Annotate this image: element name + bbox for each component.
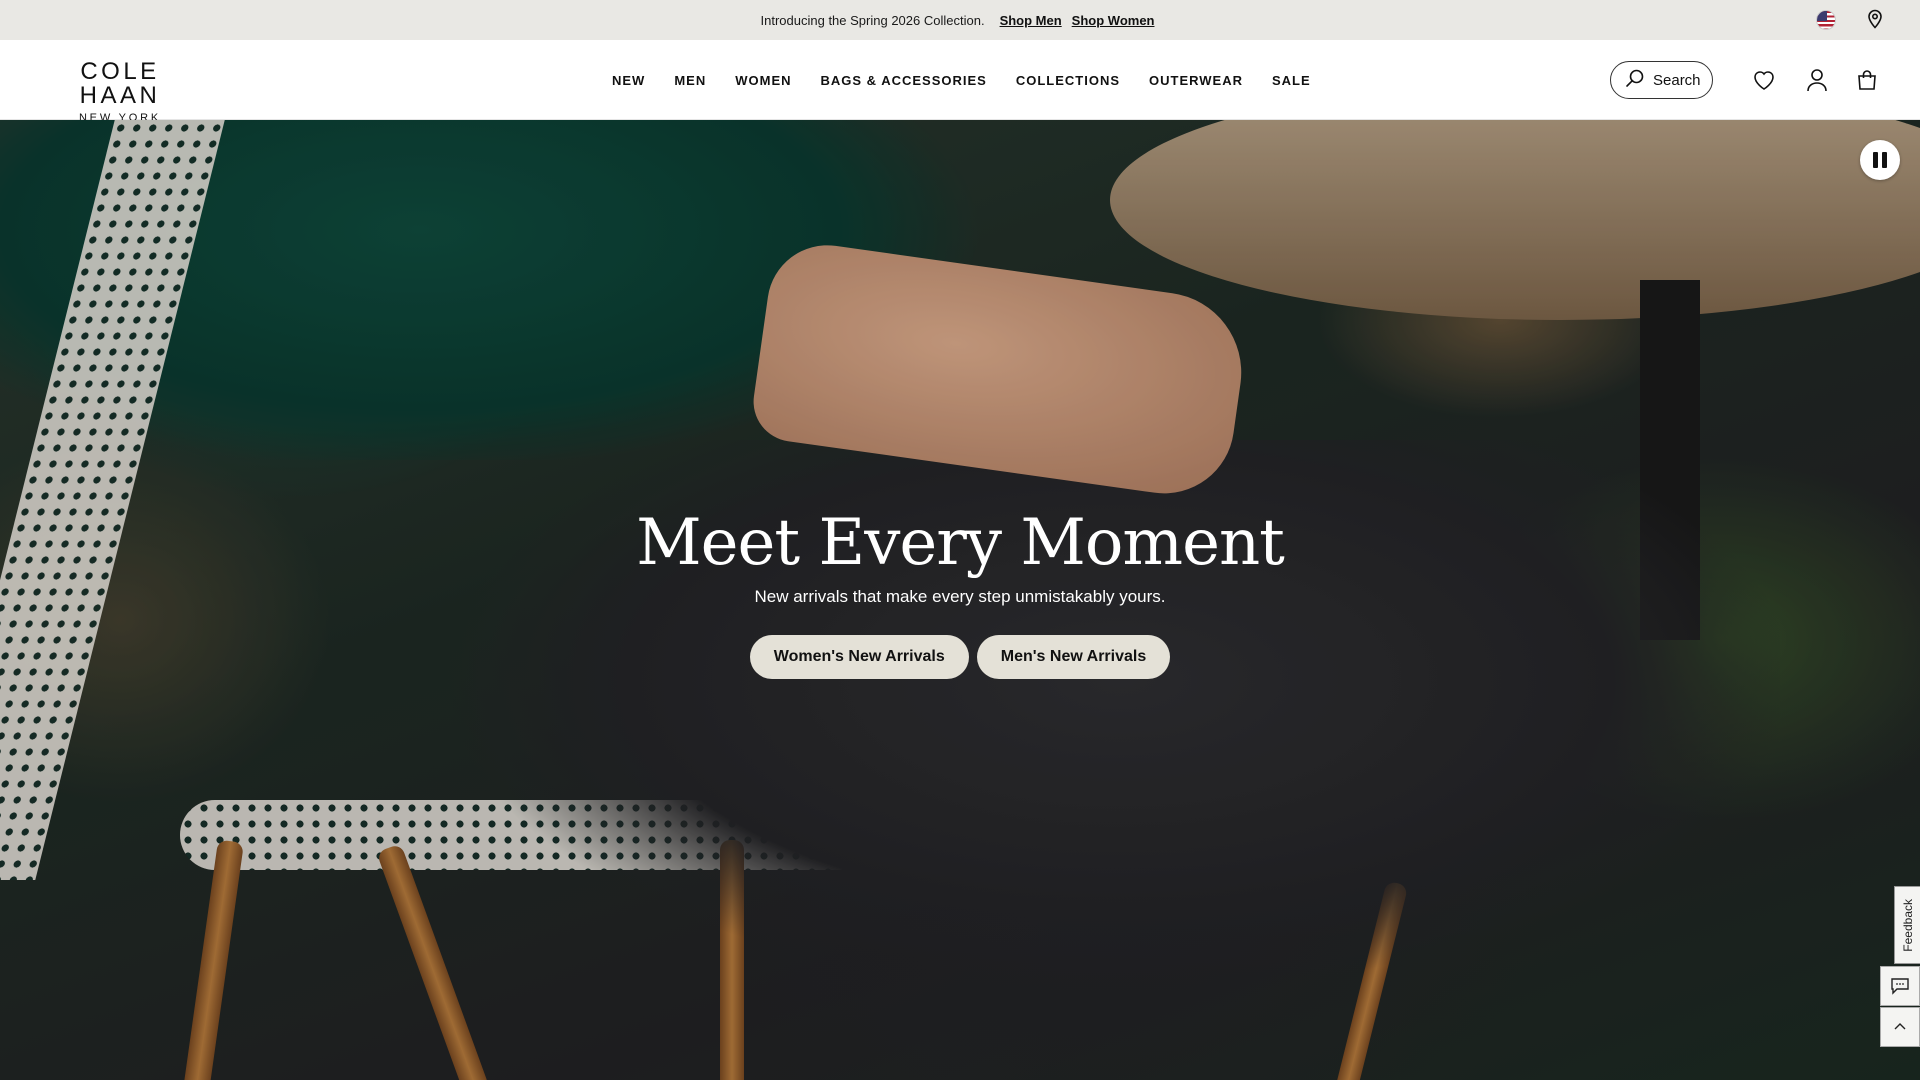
locale-controls: [1816, 0, 1884, 40]
logo-wordmark: COLE HAAN: [79, 58, 161, 109]
shop-men-link[interactable]: Shop Men: [1000, 13, 1062, 28]
feedback-label: Feedback: [1900, 898, 1915, 952]
hero-title: Meet Every Moment: [636, 506, 1285, 580]
heart-icon[interactable]: [1751, 67, 1777, 93]
location-pin-icon[interactable]: [1866, 9, 1884, 32]
search-button[interactable]: Search: [1610, 61, 1713, 99]
shop-women-link[interactable]: Shop Women: [1072, 13, 1155, 28]
nav-bags-accessories[interactable]: BAGS & ACCESSORIES: [821, 73, 987, 88]
hero-content: Meet Every Moment New arrivals that make…: [0, 503, 1920, 679]
chevron-up-icon: [1894, 1023, 1906, 1030]
account-icon[interactable]: [1804, 67, 1830, 93]
nav-men[interactable]: MEN: [674, 73, 706, 88]
pause-icon: [1873, 152, 1878, 168]
announcement-bar: Introducing the Spring 2026 Collection. …: [0, 0, 1920, 40]
site-header: COLE HAAN NEW YORK NEW MEN WOMEN BAGS & …: [0, 40, 1920, 124]
mens-new-arrivals-button[interactable]: Men's New Arrivals: [976, 635, 1171, 679]
womens-new-arrivals-button[interactable]: Women's New Arrivals: [749, 635, 969, 679]
nav-collections[interactable]: COLLECTIONS: [1016, 73, 1120, 88]
hero-banner: Meet Every Moment New arrivals that make…: [0, 120, 1920, 1080]
main-nav: NEW MEN WOMEN BAGS & ACCESSORIES COLLECT…: [612, 40, 1311, 120]
nav-sale[interactable]: SALE: [1272, 73, 1311, 88]
nav-new[interactable]: NEW: [612, 73, 645, 88]
hero-cta-group: Women's New Arrivals Men's New Arrivals: [0, 635, 1920, 679]
back-to-top-button[interactable]: [1880, 1007, 1920, 1047]
pause-video-button[interactable]: [1860, 140, 1900, 180]
chat-button[interactable]: [1880, 966, 1920, 1006]
hero-subtitle: New arrivals that make every step unmist…: [754, 587, 1166, 606]
bag-icon[interactable]: [1854, 67, 1880, 93]
search-icon: [1625, 68, 1645, 92]
feedback-tab[interactable]: Feedback: [1894, 886, 1920, 964]
nav-women[interactable]: WOMEN: [735, 73, 791, 88]
pause-icon: [1882, 152, 1887, 168]
nav-outerwear[interactable]: OUTERWEAR: [1149, 73, 1243, 88]
search-label: Search: [1653, 71, 1701, 89]
cole-haan-logo[interactable]: COLE HAAN NEW YORK: [40, 58, 200, 125]
chat-icon: [1891, 978, 1909, 995]
us-flag-icon[interactable]: [1816, 10, 1836, 30]
announcement-text: Introducing the Spring 2026 Collection.: [760, 12, 985, 28]
